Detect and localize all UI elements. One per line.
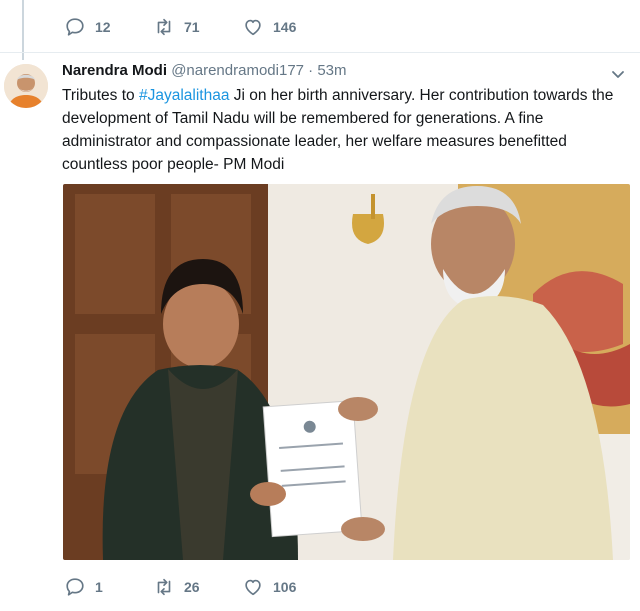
- like-count: 106: [273, 579, 297, 595]
- tweet-text-start: Tributes to: [62, 87, 139, 104]
- tweet-timestamp[interactable]: 53m: [317, 62, 346, 79]
- hashtag-link[interactable]: #Jayalalithaa: [139, 87, 229, 104]
- author-handle[interactable]: @narendramodi177: [171, 62, 304, 79]
- avatar-image: [4, 64, 48, 108]
- avatar[interactable]: [4, 64, 48, 108]
- tweet-header: Narendra Modi @narendramodi177 · 53m: [62, 62, 347, 79]
- reply-count: 12: [95, 19, 111, 35]
- like-button[interactable]: 146: [242, 16, 331, 38]
- heart-icon: [245, 19, 261, 36]
- retweet-icon: [157, 18, 171, 36]
- retweet-button[interactable]: 26: [153, 576, 242, 598]
- retweet-button[interactable]: 71: [153, 16, 242, 38]
- previous-tweet-actions: 12 71 146: [64, 16, 331, 38]
- tweet-actions: 1 26 106: [64, 576, 331, 598]
- reply-count: 1: [95, 579, 103, 595]
- thread-connector-line: [22, 0, 24, 60]
- reply-icon: [66, 578, 84, 596]
- like-count: 146: [273, 19, 297, 35]
- tweet-photo[interactable]: [63, 184, 630, 560]
- retweet-icon: [157, 578, 171, 596]
- retweet-count: 71: [184, 19, 200, 35]
- photo-illustration: [63, 184, 630, 560]
- tweet-text: Tributes to #Jayalalithaa Ji on her birt…: [62, 84, 630, 176]
- reply-button[interactable]: 12: [64, 16, 153, 38]
- like-button[interactable]: 106: [242, 576, 331, 598]
- chevron-down-icon[interactable]: [610, 66, 626, 82]
- reply-button[interactable]: 1: [64, 576, 153, 598]
- reply-icon: [66, 18, 84, 36]
- retweet-count: 26: [184, 579, 200, 595]
- author-name[interactable]: Narendra Modi: [62, 62, 167, 79]
- meta-separator: ·: [308, 62, 314, 79]
- heart-icon: [245, 579, 261, 596]
- tweet-divider: [0, 52, 640, 53]
